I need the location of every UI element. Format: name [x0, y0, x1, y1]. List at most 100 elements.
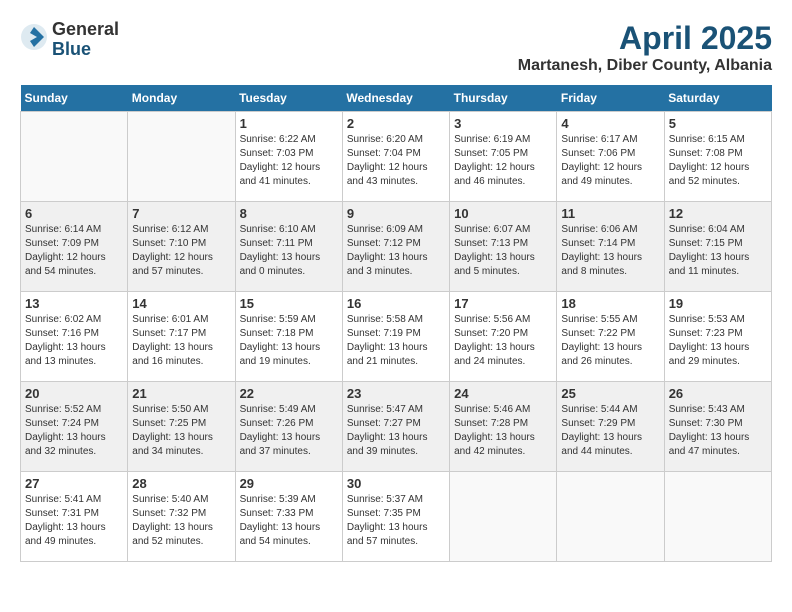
- calendar-cell: 3 Sunrise: 6:19 AM Sunset: 7:05 PM Daylig…: [450, 112, 557, 202]
- day-number: 20: [25, 386, 123, 401]
- calendar-cell: 26Sunrise: 5:43 AM Sunset: 7:30 PM Dayli…: [664, 382, 771, 472]
- day-info: Sunrise: 5:49 AM Sunset: 7:26 PM Dayligh…: [240, 403, 338, 459]
- day-info: Sunrise: 5:47 AM Sunset: 7:27 PM Dayligh…: [347, 403, 445, 459]
- day-number: 18: [561, 296, 659, 311]
- day-info: Sunrise: 5:40 AM Sunset: 7:32 PM Dayligh…: [132, 493, 230, 549]
- calendar-cell: 22 Sunrise: 5:49 AM Sunset: 7:26 PM Dayli…: [235, 382, 342, 472]
- day-info: Sunrise: 6:07 AM Sunset: 7:13 PM Dayligh…: [454, 223, 552, 279]
- calendar-cell: 28Sunrise: 5:40 AM Sunset: 7:32 PM Dayli…: [128, 472, 235, 562]
- calendar-cell: 29 Sunrise: 5:39 AM Sunset: 7:33 PM Dayli…: [235, 472, 342, 562]
- day-info: Sunrise: 5:44 AM Sunset: 7:29 PM Dayligh…: [561, 403, 659, 459]
- calendar-cell: 17 Sunrise: 5:56 AM Sunset: 7:20 PM Dayli…: [450, 292, 557, 382]
- weekday-header: Thursday: [450, 85, 557, 112]
- calendar-week-row: 6Sunrise: 6:14 AM Sunset: 7:09 PM Daylig…: [21, 202, 772, 292]
- calendar-cell: 2 Sunrise: 6:20 AM Sunset: 7:04 PM Daylig…: [342, 112, 449, 202]
- calendar-cell: [21, 112, 128, 202]
- day-number: 25: [561, 386, 659, 401]
- day-number: 4: [561, 116, 659, 131]
- day-info: Sunrise: 6:19 AM Sunset: 7:05 PM Dayligh…: [454, 133, 552, 189]
- logo-icon: [20, 23, 48, 51]
- day-number: 19: [669, 296, 767, 311]
- day-info: Sunrise: 5:46 AM Sunset: 7:28 PM Dayligh…: [454, 403, 552, 459]
- day-number: 10: [454, 206, 552, 221]
- calendar-cell: 15Sunrise: 5:59 AM Sunset: 7:18 PM Dayli…: [235, 292, 342, 382]
- weekday-header: Wednesday: [342, 85, 449, 112]
- calendar-week-row: 27Sunrise: 5:41 AM Sunset: 7:31 PM Dayli…: [21, 472, 772, 562]
- location-title: Martanesh, Diber County, Albania: [518, 57, 772, 75]
- calendar-cell: 30 Sunrise: 5:37 AM Sunset: 7:35 PM Dayli…: [342, 472, 449, 562]
- calendar-cell: 24 Sunrise: 5:46 AM Sunset: 7:28 PM Dayli…: [450, 382, 557, 472]
- calendar-cell: 16Sunrise: 5:58 AM Sunset: 7:19 PM Dayli…: [342, 292, 449, 382]
- day-number: 27: [25, 476, 123, 491]
- day-info: Sunrise: 5:53 AM Sunset: 7:23 PM Dayligh…: [669, 313, 767, 369]
- weekday-header: Sunday: [21, 85, 128, 112]
- day-number: 17: [454, 296, 552, 311]
- calendar-cell: 1 Sunrise: 6:22 AM Sunset: 7:03 PM Daylig…: [235, 112, 342, 202]
- day-info: Sunrise: 6:20 AM Sunset: 7:04 PM Dayligh…: [347, 133, 445, 189]
- day-info: Sunrise: 6:15 AM Sunset: 7:08 PM Dayligh…: [669, 133, 767, 189]
- calendar-week-row: 13Sunrise: 6:02 AM Sunset: 7:16 PM Dayli…: [21, 292, 772, 382]
- day-number: 5: [669, 116, 767, 131]
- calendar-cell: [557, 472, 664, 562]
- day-number: 15: [240, 296, 338, 311]
- day-number: 30: [347, 476, 445, 491]
- day-number: 16: [347, 296, 445, 311]
- title-area: April 2025 Martanesh, Diber County, Alba…: [518, 20, 772, 75]
- day-number: 22: [240, 386, 338, 401]
- day-number: 1: [240, 116, 338, 131]
- calendar-cell: 20 Sunrise: 5:52 AM Sunset: 7:24 PM Dayli…: [21, 382, 128, 472]
- calendar-cell: [664, 472, 771, 562]
- calendar-cell: [128, 112, 235, 202]
- day-info: Sunrise: 6:17 AM Sunset: 7:06 PM Dayligh…: [561, 133, 659, 189]
- calendar-cell: 8 Sunrise: 6:10 AM Sunset: 7:11 PM Daylig…: [235, 202, 342, 292]
- logo-text: General Blue: [52, 20, 119, 60]
- calendar-week-row: 20 Sunrise: 5:52 AM Sunset: 7:24 PM Dayli…: [21, 382, 772, 472]
- calendar-table: SundayMondayTuesdayWednesdayThursdayFrid…: [20, 85, 772, 562]
- day-info: Sunrise: 6:09 AM Sunset: 7:12 PM Dayligh…: [347, 223, 445, 279]
- day-number: 7: [132, 206, 230, 221]
- day-info: Sunrise: 5:55 AM Sunset: 7:22 PM Dayligh…: [561, 313, 659, 369]
- calendar-cell: 25 Sunrise: 5:44 AM Sunset: 7:29 PM Dayli…: [557, 382, 664, 472]
- day-number: 21: [132, 386, 230, 401]
- day-info: Sunrise: 5:52 AM Sunset: 7:24 PM Dayligh…: [25, 403, 123, 459]
- day-info: Sunrise: 5:56 AM Sunset: 7:20 PM Dayligh…: [454, 313, 552, 369]
- weekday-header: Friday: [557, 85, 664, 112]
- calendar-cell: 19 Sunrise: 5:53 AM Sunset: 7:23 PM Dayli…: [664, 292, 771, 382]
- day-info: Sunrise: 6:14 AM Sunset: 7:09 PM Dayligh…: [25, 223, 123, 279]
- calendar-cell: 11 Sunrise: 6:06 AM Sunset: 7:14 PM Dayli…: [557, 202, 664, 292]
- calendar-cell: 12 Sunrise: 6:04 AM Sunset: 7:15 PM Dayli…: [664, 202, 771, 292]
- weekday-header: Tuesday: [235, 85, 342, 112]
- logo: General Blue: [20, 20, 119, 60]
- logo-blue: Blue: [52, 40, 119, 60]
- day-number: 8: [240, 206, 338, 221]
- day-info: Sunrise: 6:22 AM Sunset: 7:03 PM Dayligh…: [240, 133, 338, 189]
- day-info: Sunrise: 6:02 AM Sunset: 7:16 PM Dayligh…: [25, 313, 123, 369]
- weekday-header: Saturday: [664, 85, 771, 112]
- calendar-cell: 10 Sunrise: 6:07 AM Sunset: 7:13 PM Dayli…: [450, 202, 557, 292]
- calendar-cell: 4 Sunrise: 6:17 AM Sunset: 7:06 PM Daylig…: [557, 112, 664, 202]
- day-number: 24: [454, 386, 552, 401]
- day-info: Sunrise: 6:01 AM Sunset: 7:17 PM Dayligh…: [132, 313, 230, 369]
- day-info: Sunrise: 6:12 AM Sunset: 7:10 PM Dayligh…: [132, 223, 230, 279]
- day-number: 9: [347, 206, 445, 221]
- calendar-cell: 7 Sunrise: 6:12 AM Sunset: 7:10 PM Daylig…: [128, 202, 235, 292]
- day-number: 3: [454, 116, 552, 131]
- calendar-header-row: SundayMondayTuesdayWednesdayThursdayFrid…: [21, 85, 772, 112]
- day-number: 2: [347, 116, 445, 131]
- day-info: Sunrise: 5:37 AM Sunset: 7:35 PM Dayligh…: [347, 493, 445, 549]
- day-info: Sunrise: 6:04 AM Sunset: 7:15 PM Dayligh…: [669, 223, 767, 279]
- day-info: Sunrise: 6:06 AM Sunset: 7:14 PM Dayligh…: [561, 223, 659, 279]
- calendar-week-row: 1 Sunrise: 6:22 AM Sunset: 7:03 PM Daylig…: [21, 112, 772, 202]
- day-number: 12: [669, 206, 767, 221]
- day-number: 23: [347, 386, 445, 401]
- day-number: 14: [132, 296, 230, 311]
- calendar-cell: 21Sunrise: 5:50 AM Sunset: 7:25 PM Dayli…: [128, 382, 235, 472]
- day-number: 29: [240, 476, 338, 491]
- day-number: 11: [561, 206, 659, 221]
- calendar-cell: 23 Sunrise: 5:47 AM Sunset: 7:27 PM Dayli…: [342, 382, 449, 472]
- day-info: Sunrise: 5:39 AM Sunset: 7:33 PM Dayligh…: [240, 493, 338, 549]
- weekday-header: Monday: [128, 85, 235, 112]
- day-info: Sunrise: 6:10 AM Sunset: 7:11 PM Dayligh…: [240, 223, 338, 279]
- logo-general: General: [52, 20, 119, 40]
- page-header: General Blue April 2025 Martanesh, Diber…: [20, 20, 772, 75]
